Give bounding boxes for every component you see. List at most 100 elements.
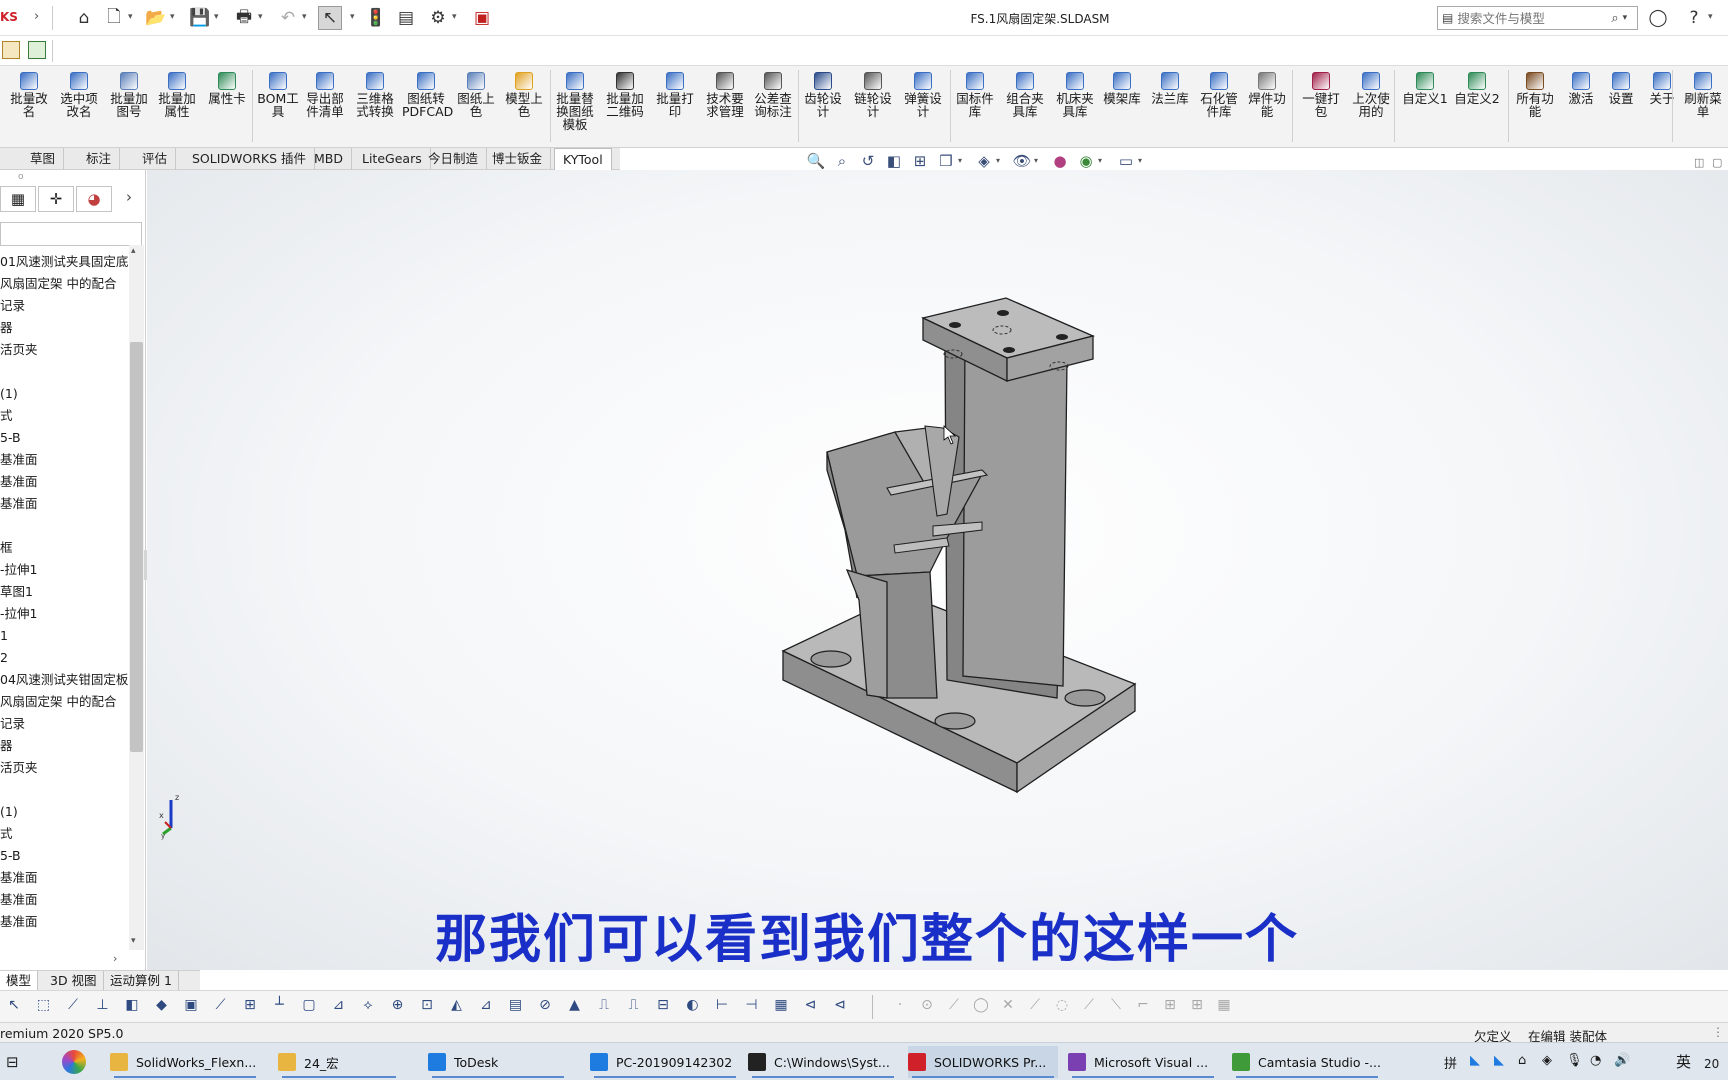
tree-item[interactable]: 5-B — [0, 428, 21, 448]
disabled-sketch-tool-icon[interactable]: ✕ — [998, 997, 1018, 1017]
disabled-sketch-tool-icon[interactable]: ⟋ — [944, 997, 964, 1017]
taskbar-app[interactable]: Camtasia Studio -... — [1232, 1046, 1382, 1078]
tree-item[interactable]: 器 — [0, 736, 13, 756]
user-account-icon[interactable]: ◯ — [1646, 6, 1670, 30]
network-icon[interactable]: ⌂ — [1518, 1053, 1526, 1068]
scroll-down-icon[interactable]: ▾ — [131, 936, 136, 946]
chevron-down-icon[interactable]: ▾ — [1098, 156, 1102, 165]
chevron-down-icon[interactable]: ▾ — [170, 12, 175, 22]
tree-item[interactable]: 01风速测试夹具固定底板 — [0, 252, 128, 272]
tree-item[interactable]: 基准面 — [0, 890, 38, 910]
search-box[interactable]: ▤ ⌕ ▾ — [1437, 6, 1638, 30]
disabled-sketch-tool-icon[interactable]: ⌐ — [1133, 997, 1153, 1017]
open-file-icon[interactable]: 📂 — [144, 6, 168, 30]
hide-show-items-icon[interactable]: 👁 — [1012, 152, 1032, 172]
chevron-down-icon[interactable]: ▾ — [996, 156, 1000, 165]
graphics-area[interactable]: z x y 那我们可以看到我们整个的这样一个 — [147, 170, 1728, 970]
todesk-tray-icon[interactable]: ◣ — [1470, 1053, 1480, 1068]
tree-item[interactable]: 草图1 — [0, 582, 33, 602]
table-icon[interactable]: ▤ — [506, 997, 526, 1017]
viewport-restore-icon[interactable]: ◫ — [1694, 156, 1704, 169]
fan-bracket-3d-model[interactable] — [147, 170, 1728, 970]
new-file-icon[interactable]: 🗋 — [102, 6, 126, 30]
rectangle-icon[interactable]: ◧ — [122, 997, 142, 1017]
microphone-icon[interactable]: 🎙 — [1566, 1053, 1583, 1068]
tree-item[interactable]: 基准面 — [0, 450, 38, 470]
rebuild-icon[interactable]: 🚦 — [364, 6, 388, 30]
addin-icon[interactable]: ▣ — [470, 6, 494, 30]
cmd-button[interactable]: 设置 — [1602, 72, 1640, 105]
file-properties-icon[interactable]: ▤ — [394, 6, 418, 30]
line-icon[interactable]: ⊥ — [93, 997, 113, 1017]
previous-view-icon[interactable]: ↺ — [858, 152, 878, 172]
tab-0[interactable]: 草图 — [22, 148, 65, 170]
tree-item[interactable]: 器 — [0, 318, 13, 338]
tree-item[interactable]: 2 — [0, 648, 8, 668]
chevron-down-icon[interactable]: ▾ — [958, 156, 962, 165]
cmd-button[interactable]: 焊件功 能 — [1244, 72, 1290, 118]
viewport-maximize-icon[interactable]: ▢ — [1712, 156, 1722, 169]
todesk-tray-icon[interactable]: ◣ — [1494, 1053, 1504, 1068]
cmd-button[interactable]: 批量加 二维码 — [602, 72, 648, 118]
print-icon[interactable]: 🖶 — [232, 6, 256, 30]
tree-item[interactable]: -拉伸1 — [0, 560, 37, 580]
cmd-button[interactable]: 图纸上 色 — [454, 72, 498, 118]
select-pointer-icon[interactable]: ↖ — [318, 6, 342, 30]
edit-appearance-icon[interactable]: ● — [1050, 152, 1070, 172]
chevron-down-icon[interactable]: ▾ — [214, 12, 219, 22]
tree-item[interactable]: 活页夹 — [0, 758, 38, 778]
cmd-button[interactable]: 批量改 名 — [6, 72, 52, 118]
angle-icon[interactable]: ⊿ — [476, 997, 496, 1017]
circle-icon[interactable]: ⊕ — [388, 997, 408, 1017]
chevron-down-icon[interactable]: ▾ — [1138, 156, 1142, 165]
tree-item[interactable]: 记录 — [0, 714, 25, 734]
cube-icon[interactable]: ▣ — [181, 997, 201, 1017]
bottom-tab-0[interactable]: 模型 — [0, 971, 39, 991]
cmd-button[interactable]: 属性卡 — [204, 72, 250, 105]
tab-6[interactable]: 今日制造 — [420, 148, 488, 170]
text-icon[interactable]: ▲ — [565, 997, 585, 1017]
cmd-button[interactable]: 弹簧设 计 — [900, 72, 946, 118]
tree-item[interactable]: 风扇固定架 中的配合 — [0, 692, 116, 712]
cmd-button[interactable]: 上次使 用的 — [1348, 72, 1394, 118]
clock[interactable]: 20 — [1704, 1057, 1719, 1071]
cmd-button[interactable]: 批量打 印 — [652, 72, 698, 118]
cmd-button[interactable]: 所有功 能 — [1512, 72, 1558, 118]
tree-item[interactable]: 活页夹 — [0, 340, 38, 360]
segment-icon[interactable]: ⎍ — [624, 997, 644, 1017]
scroll-up-icon[interactable]: ▴ — [131, 246, 136, 256]
section-view-icon[interactable]: ◧ — [884, 152, 904, 172]
zoom-to-fit-icon[interactable]: 🔍 — [806, 152, 826, 172]
disabled-sketch-tool-icon[interactable]: ⊞ — [1187, 997, 1207, 1017]
cmd-button[interactable]: 齿轮设 计 — [800, 72, 846, 118]
cmd-button[interactable]: 模架库 — [1100, 72, 1144, 105]
tree-item[interactable]: 基准面 — [0, 868, 38, 888]
dimension-icon[interactable]: ⟋ — [211, 997, 231, 1017]
cmd-button[interactable]: 批量加 图号 — [106, 72, 152, 118]
taskbar-app[interactable]: SolidWorks_Flexn... — [110, 1046, 260, 1078]
cmd-button[interactable]: 图纸转 PDFCAD — [402, 72, 453, 118]
spline-icon[interactable]: ⟡ — [358, 997, 378, 1017]
trim-icon[interactable]: ⊡ — [417, 997, 437, 1017]
chevron-down-icon[interactable]: ▾ — [350, 12, 355, 22]
chevron-down-icon[interactable]: ▾ — [452, 12, 457, 22]
disabled-sketch-tool-icon[interactable]: ◌ — [1052, 997, 1072, 1017]
tab-4[interactable]: MBD — [306, 148, 352, 170]
shape-icon[interactable]: ◆ — [152, 997, 172, 1017]
chevron-down-icon[interactable]: ▾ — [258, 12, 263, 22]
cmd-button[interactable]: 自定义2 — [1452, 72, 1502, 105]
bottom-tab-1[interactable]: 3D 视图 — [44, 971, 104, 991]
tab-2[interactable]: 评估 — [134, 148, 177, 170]
customize-status-icon[interactable]: ⋮ — [1712, 1025, 1724, 1039]
plane-icon[interactable]: ⊟ — [653, 997, 673, 1017]
taskbar-app[interactable]: C:\Windows\Syst... — [748, 1046, 898, 1078]
wifi-icon[interactable]: ◔ — [1590, 1053, 1601, 1068]
assembly-toolbar-icon[interactable] — [2, 41, 20, 59]
gear-icon[interactable]: ⚙ — [426, 6, 450, 30]
measure-icon[interactable]: ⊘ — [535, 997, 555, 1017]
tree-item[interactable]: 基准面 — [0, 472, 38, 492]
tree-item[interactable]: (1) — [0, 802, 18, 822]
cmd-button[interactable]: 关于 — [1644, 72, 1680, 105]
keyboard-icon[interactable]: 拼 — [1444, 1053, 1457, 1072]
tab-7[interactable]: 博士钣金 — [484, 148, 552, 170]
